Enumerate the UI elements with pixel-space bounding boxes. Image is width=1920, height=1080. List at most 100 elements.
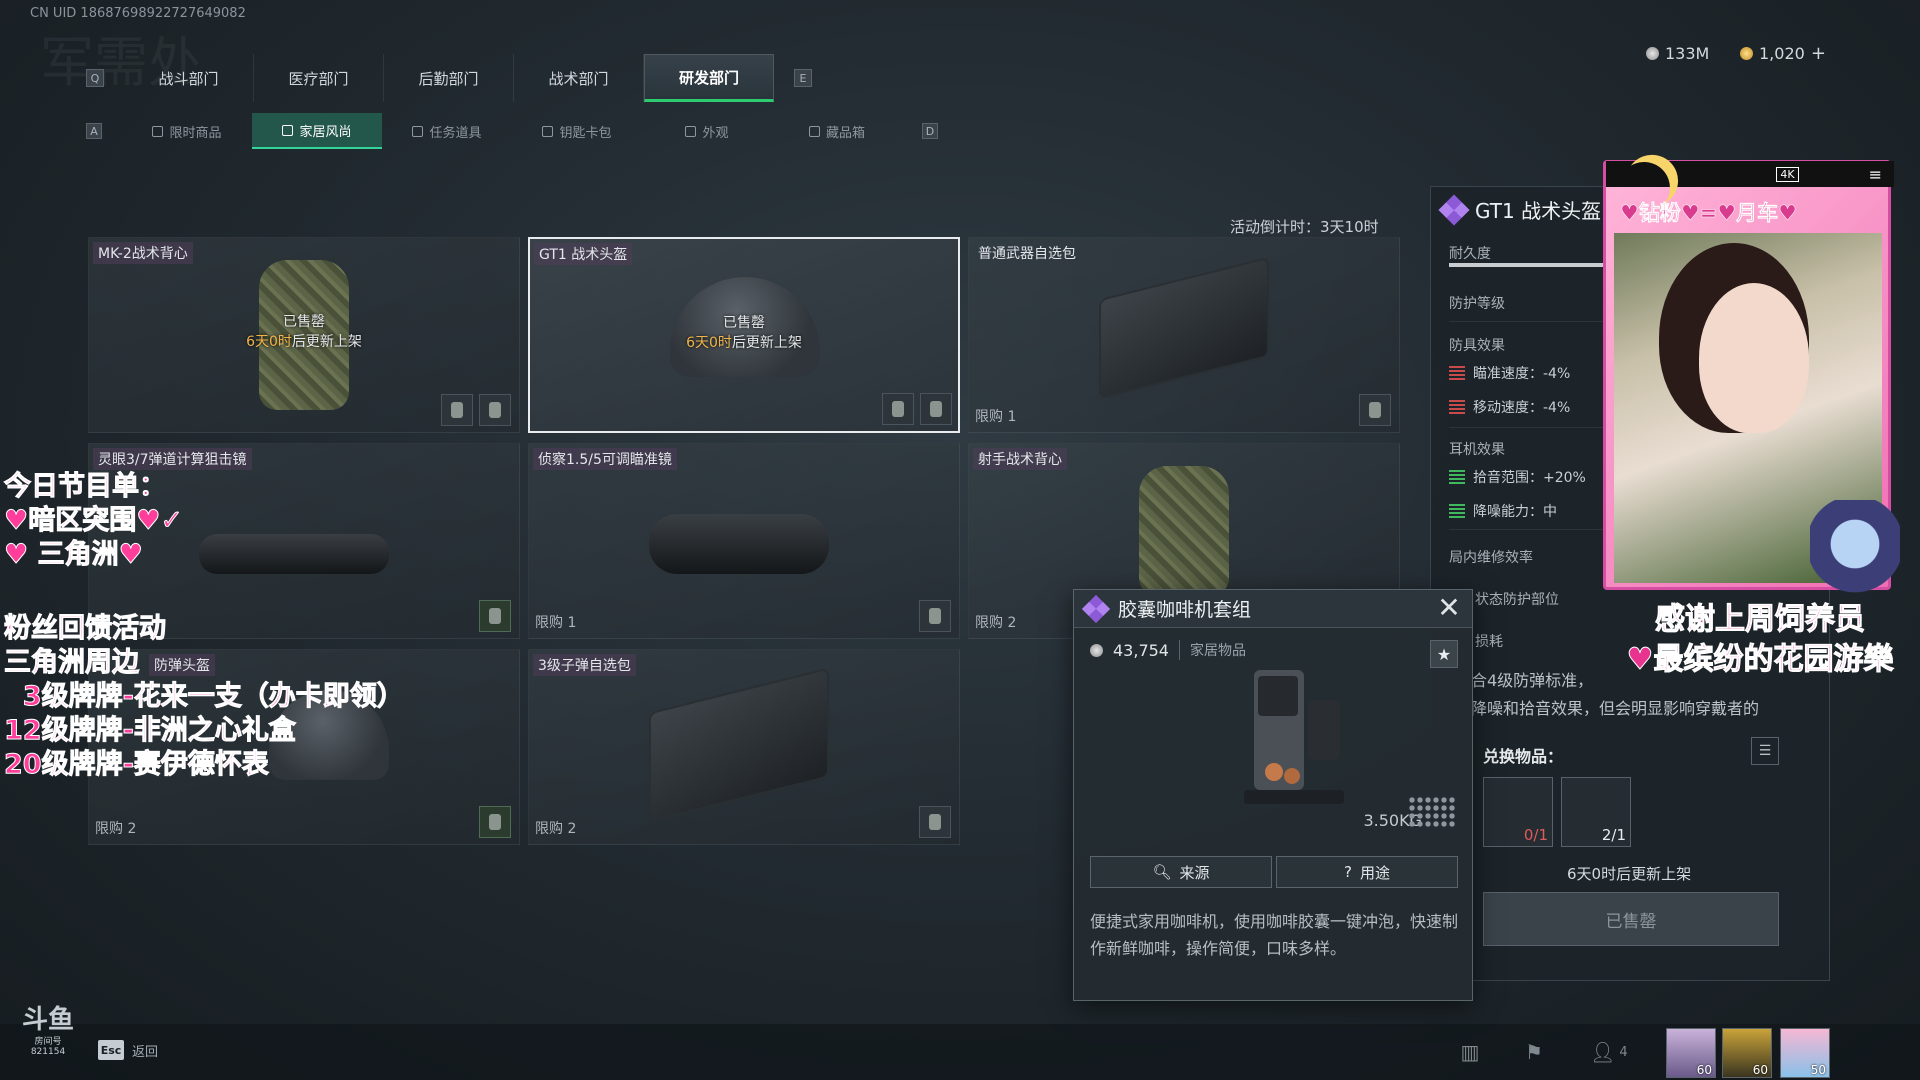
subtab-label: 外观 (702, 125, 729, 141)
item-name: 侦察1.5/5可调瞄准镜 (533, 448, 677, 470)
source-button[interactable]: 🔍︎ 来源 (1090, 856, 1272, 888)
button-label: 用途 (1359, 863, 1390, 882)
scope-image (199, 534, 389, 574)
restock-text: 后更新上架 (731, 335, 802, 351)
item-card-helmet[interactable]: GT1 战术头盔 已售罄 6天0时后更新上架 (528, 237, 960, 433)
gold-amount: 1,020 (1759, 43, 1805, 63)
purchase-limit: 限购 2 (535, 821, 577, 837)
button-label: 来源 (1179, 863, 1210, 882)
overlay-line: 20级牌牌-赛伊德怀表 (4, 749, 270, 781)
item-category: 家居物品 (1178, 640, 1246, 660)
subtab-collection-box[interactable]: 藏品箱 (772, 113, 902, 149)
exchange-item-icon (479, 806, 511, 838)
tab-medical[interactable]: 医疗部门 (254, 54, 384, 102)
exchange-item-icon (479, 394, 511, 426)
exchange-item-slot[interactable]: 2/1 (1561, 777, 1631, 847)
rarity-icon (1438, 193, 1470, 226)
favorite-star-icon[interactable]: ★ (1430, 640, 1458, 668)
tab-research[interactable]: 研发部门 (644, 54, 774, 102)
friends-icon: 👤︎ (1590, 1040, 1616, 1064)
item-price: 43,754 (1113, 640, 1169, 660)
avatar-level: 50 (1810, 1063, 1826, 1077)
sold-text: 已售罄 (283, 314, 325, 330)
item-card-ammo-pack[interactable]: 3级子弹自选包 限购 2 (528, 649, 960, 845)
subtab-appearance[interactable]: 外观 (642, 113, 772, 149)
close-icon[interactable]: ✕ (1434, 594, 1464, 624)
prev-dept-key[interactable]: Q (86, 69, 104, 87)
sold-out-button[interactable]: 已售罄 (1483, 892, 1779, 946)
pickup-range-stat: 拾音范围：+20% (1449, 467, 1586, 487)
grid-size-icon (1408, 796, 1456, 828)
loss-label: 损耗 (1475, 634, 1503, 650)
restock-time: 6天0时 (686, 335, 732, 351)
restock-label: 6天0时后更新上架 (1567, 865, 1692, 883)
exchange-count: 2/1 (1601, 826, 1626, 844)
silver-coin-icon (1090, 643, 1103, 657)
back-label: 返回 (132, 1044, 159, 1060)
streamer-face (1699, 283, 1809, 433)
next-dept-key[interactable]: E (794, 69, 812, 87)
armor-effects-label: 防具效果 (1449, 338, 1505, 354)
restock-text: 后更新上架 (291, 334, 362, 350)
subtab-mission-items[interactable]: 任务道具 (382, 113, 512, 149)
status-parts-label: 状态防护部位 (1475, 592, 1559, 608)
subtab-limited[interactable]: 限时商品 (122, 113, 252, 149)
prev-sub-key[interactable]: A (86, 123, 102, 139)
sub-tabs: A 限时商品 家居风尚 任务道具 钥匙卡包 外观 藏品箱 D (86, 113, 938, 149)
subtab-label: 任务道具 (429, 125, 482, 141)
silver-balance: 133M (1646, 42, 1709, 64)
appearance-icon (685, 125, 697, 137)
add-currency-button[interactable]: + (1811, 43, 1826, 64)
subtab-home-style[interactable]: 家居风尚 (252, 113, 382, 149)
detail-description: 合4级防弹标准， (1471, 671, 1594, 690)
stat-text: 降噪能力：中 (1473, 504, 1557, 520)
sold-out-label: 已售罄 6天0时后更新上架 (530, 313, 958, 353)
home-icon (282, 124, 294, 136)
subtab-label: 限时商品 (169, 125, 222, 141)
item-card-vest[interactable]: MK-2战术背心 已售罄 6天0时后更新上架 (88, 237, 520, 433)
flag-icon[interactable]: ⚑ (1522, 1040, 1546, 1064)
tab-logistics[interactable]: 后勤部门 (384, 54, 514, 102)
tab-combat[interactable]: 战斗部门 (124, 54, 254, 102)
box-icon (808, 125, 820, 137)
team-avatar[interactable]: 50 (1780, 1028, 1830, 1078)
detail-title-text: GT1 战术头盔 (1475, 199, 1602, 223)
friends-button[interactable]: 👤︎ 4 (1590, 1040, 1634, 1064)
next-sub-key[interactable]: D (922, 123, 938, 139)
subtab-keycards[interactable]: 钥匙卡包 (512, 113, 642, 149)
fan-event-overlay: 粉丝回馈活动 三角洲周边 3级牌牌-花来一支（办卡即领） 12级牌牌-非洲之心礼… (4, 612, 405, 782)
rarity-icon (1081, 594, 1111, 623)
item-card-scout-scope[interactable]: 侦察1.5/5可调瞄准镜 限购 1 (528, 443, 960, 639)
usage-button[interactable]: ? 用途 (1276, 856, 1458, 888)
stats-icon[interactable]: ▥ (1458, 1040, 1482, 1064)
debuff-icon (1449, 400, 1465, 414)
avatar-level: 60 (1696, 1063, 1712, 1077)
gold-balance: 1,020 + (1740, 42, 1826, 64)
sold-out-label: 已售罄 6天0时后更新上架 (89, 312, 519, 352)
team-avatar[interactable]: 60 (1666, 1028, 1716, 1078)
item-name: 射手战术背心 (973, 448, 1067, 470)
item-name: 3级子弹自选包 (533, 654, 636, 676)
menu-icon: ≡ (1868, 164, 1882, 184)
exchange-item-icon (479, 600, 511, 632)
item-card-weapon-pack[interactable]: 普通武器自选包 限购 1 (968, 237, 1400, 433)
team-avatar[interactable]: 60 (1722, 1028, 1772, 1078)
exchange-item-icon (919, 806, 951, 838)
filter-icon[interactable]: ☰ (1751, 737, 1779, 765)
price-row: 43,754 家居物品 (1090, 640, 1246, 660)
exchange-item-icon (919, 600, 951, 632)
platform-logo: 斗鱼 房间号 821154 (18, 1006, 78, 1066)
repair-label: 局内维修效率 (1449, 550, 1533, 566)
back-button[interactable]: Esc 返回 (98, 1040, 158, 1060)
douyu-logo-icon: 斗鱼 (21, 1005, 74, 1035)
ear-effects-label: 耳机效果 (1449, 442, 1505, 458)
aim-speed-stat: 瞄准速度：-4% (1449, 363, 1570, 383)
exchange-item-slot[interactable]: 0/1 (1483, 777, 1553, 847)
item-name: GT1 战术头盔 (534, 243, 633, 265)
item-name: MK-2战术背心 (93, 242, 193, 264)
tab-tactical[interactable]: 战术部门 (514, 54, 644, 102)
item-name: 灵眼3/7弹道计算狙击镜 (93, 448, 252, 470)
purchase-limit: 限购 2 (95, 821, 137, 837)
crate-image (649, 667, 829, 823)
department-tabs: Q 战斗部门 医疗部门 后勤部门 战术部门 研发部门 E (86, 54, 812, 102)
